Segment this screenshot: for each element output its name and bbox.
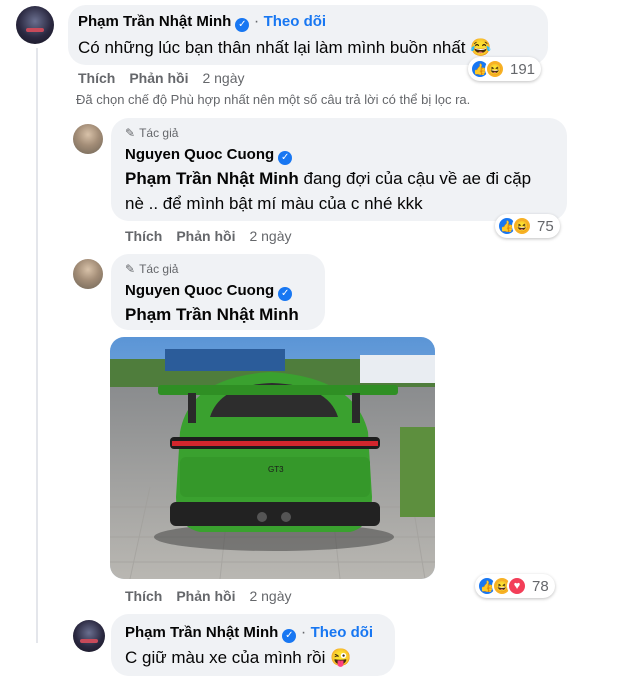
reply-text: Phạm Trần Nhật Minh đang đợi của cậu về … [125,169,532,213]
reaction-summary[interactable]: 👍 😆 ♥ 78 [475,574,555,598]
reply-bubble: ✎ Tác giả Nguyen Quoc Cuong ✓ Phạm Trần Nh… [111,118,567,221]
follow-button[interactable]: Theo dõi [264,13,327,30]
reply-bubble: ✎ Tác giả Nguyen Quoc Cuong ✓ Phạm Trần Nh… [111,254,325,330]
love-reaction-icon: ♥ [507,576,527,596]
avatar[interactable] [73,124,103,154]
author-name[interactable]: Nguyen Quoc Cuong [125,146,274,163]
author-name[interactable]: Nguyen Quoc Cuong [125,282,274,299]
reply-button[interactable]: Phản hồi [129,70,188,86]
author-name[interactable]: Phạm Trần Nhật Minh [125,624,278,641]
pencil-icon: ✎ [125,262,136,276]
avatar[interactable] [73,259,103,289]
timestamp[interactable]: 2 ngày [249,588,291,604]
author-badge: ✎ Tác giả [125,262,179,276]
haha-reaction-icon: 😆 [512,216,532,236]
mention-link[interactable]: Phạm Trần Nhật Minh [125,302,299,327]
gt3-badge: GT3 [268,465,284,474]
reply-bubble: Phạm Trần Nhật Minh ✓ · Theo dõi C giữ mà… [111,614,395,676]
reply-button[interactable]: Phản hồi [176,588,235,604]
pencil-icon: ✎ [125,126,136,140]
comment-bubble: Phạm Trần Nhật Minh ✓ · Theo dõi Có những… [68,5,548,65]
author-name[interactable]: Phạm Trần Nhật Minh [78,13,231,30]
verified-icon: ✓ [278,151,293,165]
haha-reaction-icon: 😆 [485,59,505,79]
reply-actions: Thích Phản hồi 2 ngày [125,228,292,244]
timestamp[interactable]: 2 ngày [249,228,291,244]
reaction-count: 191 [510,60,536,78]
reaction-count: 78 [532,577,549,595]
filter-notice: Đã chọn chế độ Phù hợp nhất nên một số c… [76,92,471,107]
reply-button[interactable]: Phản hồi [176,228,235,244]
reaction-summary[interactable]: 👍 😆 75 [495,214,560,238]
like-button[interactable]: Thích [78,70,115,86]
reaction-count: 75 [537,217,554,235]
avatar[interactable] [16,6,54,44]
author-badge: ✎ Tác giả [125,126,179,140]
avatar[interactable] [73,620,105,652]
car-photo-graphic: GT3 [110,337,435,579]
comment-actions: Thích Phản hồi 2 ngày [78,70,245,86]
reaction-summary[interactable]: 👍 😆 191 [468,57,542,81]
comment-text: Có những lúc bạn thân nhất lại làm mình … [78,38,492,57]
verified-icon: ✓ [235,18,250,32]
verified-icon: ✓ [282,629,297,643]
like-button[interactable]: Thích [125,588,162,604]
reply-actions: Thích Phản hồi 2 ngày [125,588,292,604]
like-button[interactable]: Thích [125,228,162,244]
thread-line [36,48,38,643]
timestamp[interactable]: 2 ngày [202,70,244,86]
attached-photo[interactable]: GT3 [110,337,435,579]
mention-link[interactable]: Phạm Trần Nhật Minh [125,169,299,188]
reply-text: C giữ màu xe của mình rồi 😜 [125,648,352,667]
follow-button[interactable]: Theo dõi [311,624,374,641]
verified-icon: ✓ [278,287,293,301]
